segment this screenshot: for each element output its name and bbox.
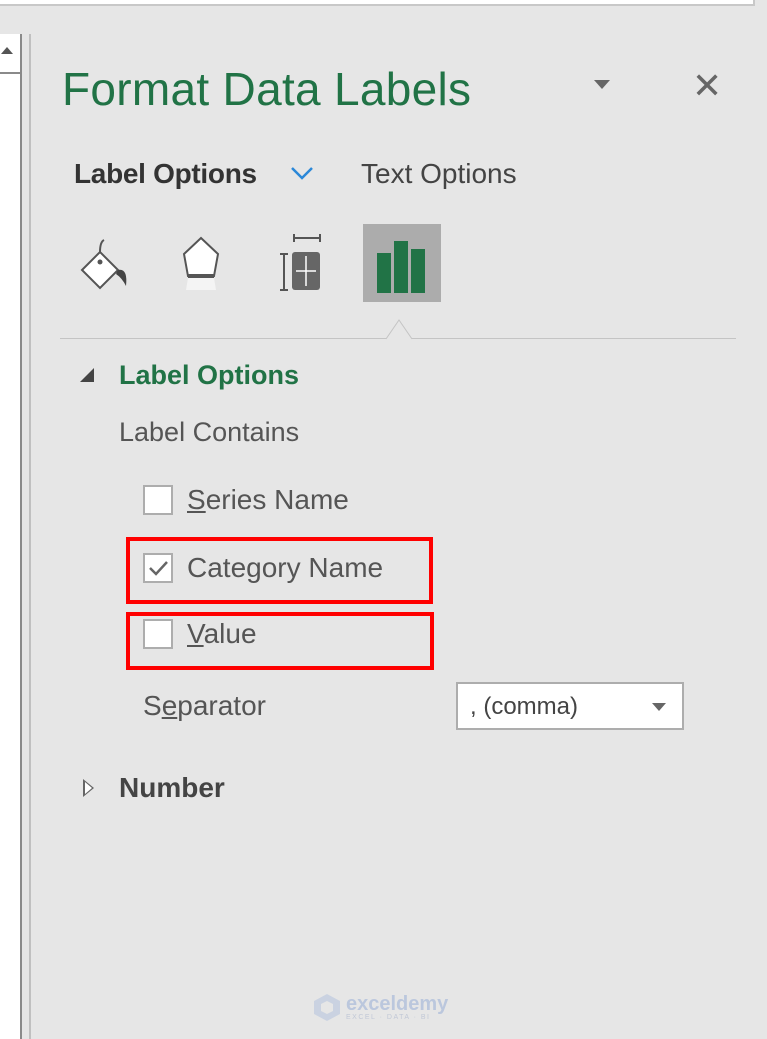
dropdown-arrow-icon bbox=[652, 703, 666, 711]
task-pane-options-icon[interactable] bbox=[594, 80, 610, 89]
collapsed-triangle-icon[interactable] bbox=[83, 779, 94, 797]
effects-tab[interactable] bbox=[162, 224, 240, 302]
effects-icon bbox=[182, 236, 220, 290]
close-icon[interactable]: ✕ bbox=[692, 66, 722, 106]
fill-line-icon bbox=[80, 239, 127, 290]
scroll-up-button[interactable] bbox=[0, 34, 20, 74]
tab-text-options[interactable]: Text Options bbox=[361, 158, 517, 190]
tab-label-options[interactable]: Label Options bbox=[74, 158, 257, 190]
series-name-checkbox-row[interactable]: Series Name bbox=[143, 484, 349, 516]
highlight-box-value bbox=[126, 612, 434, 670]
chevron-down-icon[interactable] bbox=[290, 166, 314, 180]
label-contains-heading: Label Contains bbox=[119, 417, 300, 447]
watermark-tagline: EXCEL · DATA · BI bbox=[346, 1013, 431, 1021]
series-name-label: Series Name bbox=[187, 484, 349, 515]
selected-tab-notch bbox=[386, 319, 412, 340]
top-border bbox=[0, 0, 755, 6]
separator-dropdown[interactable]: , (comma) bbox=[456, 682, 684, 730]
exceldemy-logo-icon bbox=[314, 994, 340, 1021]
fill-line-tab[interactable] bbox=[66, 224, 144, 302]
bar-chart-icon bbox=[377, 241, 425, 293]
worksheet-edge bbox=[0, 34, 22, 1039]
section-number[interactable]: Number bbox=[119, 772, 225, 804]
size-properties-tab[interactable] bbox=[266, 224, 344, 302]
separator-label: Separator bbox=[143, 690, 266, 721]
highlight-box-category-name bbox=[126, 537, 433, 604]
pane-title: Format Data Labels bbox=[62, 63, 472, 115]
series-name-checkbox[interactable] bbox=[143, 485, 173, 515]
separator-value: , (comma) bbox=[470, 693, 578, 720]
watermark: exceldemy EXCEL · DATA · BI bbox=[312, 992, 448, 1022]
watermark-name: exceldemy bbox=[346, 992, 449, 1015]
section-label-options[interactable]: Label Options bbox=[119, 360, 299, 391]
expanded-triangle-icon[interactable] bbox=[80, 368, 94, 382]
arrow-up-icon bbox=[1, 46, 13, 54]
size-properties-icon bbox=[280, 234, 321, 291]
label-options-tab[interactable] bbox=[363, 224, 441, 302]
pane-splitter[interactable] bbox=[29, 34, 31, 1039]
